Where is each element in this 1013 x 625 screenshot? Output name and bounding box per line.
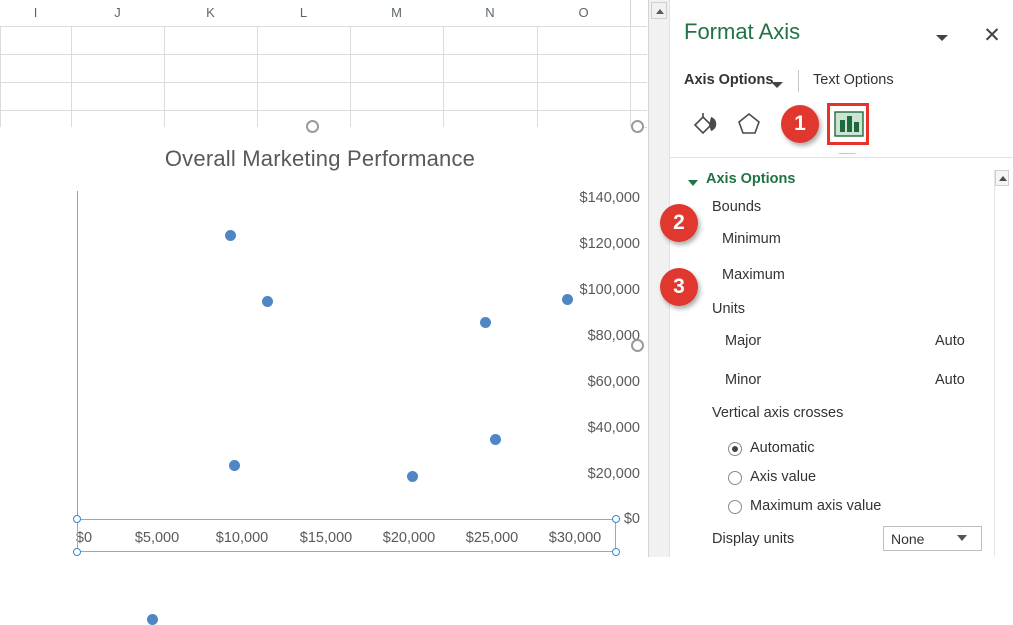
- display-units-select[interactable]: None: [883, 526, 982, 551]
- scroll-up-arrow[interactable]: [651, 2, 667, 19]
- y-axis-tick-label: $120,000: [568, 236, 640, 252]
- column-header-N[interactable]: N: [443, 0, 538, 26]
- chevron-down-icon[interactable]: [932, 30, 954, 48]
- data-point[interactable]: [562, 294, 573, 305]
- major-label: Major: [725, 333, 761, 349]
- data-point[interactable]: [147, 614, 158, 625]
- data-point[interactable]: [262, 296, 273, 307]
- axis-selection-handle[interactable]: [612, 548, 620, 556]
- column-header-J[interactable]: J: [71, 0, 165, 26]
- pane-scroll-up-arrow[interactable]: [995, 170, 1009, 186]
- radio-maximum-axis-value-label[interactable]: Maximum axis value: [750, 498, 881, 514]
- chevron-down-icon[interactable]: [957, 535, 967, 541]
- annotation-badge-3: 3: [660, 268, 698, 306]
- major-auto-label[interactable]: Auto: [935, 333, 965, 349]
- close-icon[interactable]: ✕: [980, 24, 1004, 48]
- y-axis-line[interactable]: [77, 191, 78, 519]
- data-point[interactable]: [490, 434, 501, 445]
- data-point[interactable]: [229, 460, 240, 471]
- vertical-axis-crosses-label: Vertical axis crosses: [712, 405, 843, 421]
- chart-selection-handle[interactable]: [306, 120, 319, 133]
- chart-object[interactable]: Overall Marketing Performance $140,000 $…: [0, 127, 640, 557]
- radio-axis-value-label[interactable]: Axis value: [750, 469, 816, 485]
- column-header-K[interactable]: K: [164, 0, 258, 26]
- axis-options-heading[interactable]: Axis Options: [706, 171, 795, 187]
- pane-scrollbar[interactable]: [994, 170, 1009, 557]
- column-header-M[interactable]: M: [350, 0, 444, 26]
- tab-axis-options[interactable]: Axis Options: [684, 72, 773, 88]
- column-header-row: I J K L M N O: [0, 0, 647, 26]
- collapse-triangle-icon[interactable]: [688, 180, 698, 186]
- chart-selection-handle[interactable]: [631, 339, 644, 352]
- axis-selection-handle[interactable]: [73, 515, 81, 523]
- units-label: Units: [712, 301, 745, 317]
- data-point[interactable]: [407, 471, 418, 482]
- effects-icon[interactable]: [731, 107, 767, 141]
- maximum-label: Maximum: [722, 267, 785, 283]
- radio-automatic[interactable]: [728, 442, 742, 456]
- y-axis-tick-label: $100,000: [568, 282, 640, 298]
- annotation-badge-1: 1: [781, 105, 819, 143]
- radio-axis-value[interactable]: [728, 471, 742, 485]
- chevron-down-icon[interactable]: [771, 82, 783, 88]
- minor-label: Minor: [725, 372, 761, 388]
- minor-auto-label[interactable]: Auto: [935, 372, 965, 388]
- bounds-label: Bounds: [712, 199, 761, 215]
- axis-selection-handle[interactable]: [73, 548, 81, 556]
- column-header-L[interactable]: L: [257, 0, 351, 26]
- radio-maximum-axis-value[interactable]: [728, 500, 742, 514]
- format-axis-pane: Format Axis ✕ Axis Options Text Options: [669, 0, 1013, 557]
- active-tab-caret-fill: [838, 145, 856, 153]
- column-header-I[interactable]: I: [0, 0, 72, 26]
- pane-title: Format Axis: [684, 19, 800, 45]
- pane-separator: [670, 157, 1013, 158]
- y-axis-tick-label: $140,000: [568, 190, 640, 206]
- x-axis-selection-box[interactable]: [77, 519, 616, 552]
- fill-and-line-icon[interactable]: [689, 107, 725, 141]
- tab-text-options[interactable]: Text Options: [813, 72, 894, 88]
- data-point[interactable]: [225, 230, 236, 241]
- y-axis-tick-label: $20,000: [568, 466, 640, 482]
- y-axis-tick-label: $80,000: [568, 328, 640, 344]
- annotation-badge-2: 2: [660, 204, 698, 242]
- radio-automatic-label[interactable]: Automatic: [750, 440, 814, 456]
- axis-selection-handle[interactable]: [612, 515, 620, 523]
- data-point[interactable]: [480, 317, 491, 328]
- tab-divider: [798, 70, 799, 92]
- chart-selection-handle[interactable]: [631, 120, 644, 133]
- minimum-label: Minimum: [722, 231, 781, 247]
- y-axis-tick-label: $40,000: [568, 420, 640, 436]
- chart-title[interactable]: Overall Marketing Performance: [0, 146, 640, 172]
- column-header-O[interactable]: O: [537, 0, 631, 26]
- size-and-properties-icon[interactable]: [831, 107, 867, 141]
- display-units-label: Display units: [712, 531, 794, 547]
- y-axis-tick-label: $60,000: [568, 374, 640, 390]
